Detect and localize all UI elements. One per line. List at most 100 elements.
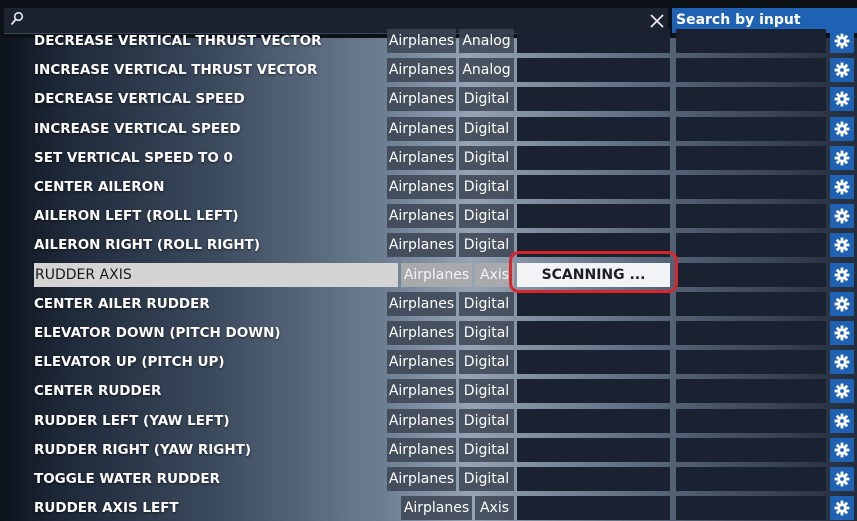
secondary-binding-slot[interactable] xyxy=(676,379,826,404)
secondary-binding-slot[interactable] xyxy=(676,291,826,316)
primary-binding-slot[interactable] xyxy=(517,496,670,521)
primary-binding-slot[interactable] xyxy=(517,321,670,345)
secondary-binding-slot[interactable] xyxy=(676,496,826,521)
input-type-label: Axis xyxy=(475,262,514,287)
secondary-binding-slot[interactable] xyxy=(676,262,826,287)
action-name: RUDDER LEFT (YAW LEFT) xyxy=(34,412,230,429)
settings-button[interactable] xyxy=(830,204,854,229)
gear-icon xyxy=(834,442,850,458)
binding-row[interactable]: DECREASE VERTICAL THRUST VECTOR Airplanes… xyxy=(0,28,857,54)
action-name: RUDDER AXIS xyxy=(35,266,132,283)
input-type-label: Digital xyxy=(459,291,514,316)
secondary-binding-slot[interactable] xyxy=(676,233,826,258)
secondary-binding-slot[interactable] xyxy=(676,116,826,141)
settings-button[interactable] xyxy=(830,58,854,83)
settings-button[interactable] xyxy=(830,379,854,404)
primary-binding-slot[interactable] xyxy=(517,116,670,141)
settings-button[interactable] xyxy=(830,496,854,521)
binding-row[interactable]: CENTER RUDDER Airplanes Digital xyxy=(0,378,857,404)
secondary-binding-slot[interactable] xyxy=(676,204,826,229)
secondary-binding-slot[interactable] xyxy=(676,467,826,491)
binding-row[interactable]: ELEVATOR DOWN (PITCH DOWN) Airplanes Digit… xyxy=(0,320,857,346)
action-name: INCREASE VERTICAL SPEED xyxy=(34,120,241,137)
settings-button[interactable] xyxy=(830,437,854,462)
action-name: ELEVATOR DOWN (PITCH DOWN) xyxy=(34,325,281,341)
settings-button[interactable] xyxy=(830,233,854,258)
binding-row[interactable]: RUDDER AXIS LEFT Airplanes Axis xyxy=(0,495,857,521)
input-type-label: Digital xyxy=(459,87,514,112)
close-icon[interactable] xyxy=(650,14,664,28)
primary-binding-slot[interactable] xyxy=(517,175,670,199)
primary-binding-slot[interactable] xyxy=(517,379,670,404)
primary-binding-slot[interactable] xyxy=(517,87,670,112)
settings-button[interactable] xyxy=(830,467,854,491)
settings-button[interactable] xyxy=(830,87,854,112)
gear-icon xyxy=(834,150,850,166)
secondary-binding-slot[interactable] xyxy=(676,145,826,170)
binding-row[interactable]: CENTER AILER RUDDER Airplanes Digital xyxy=(0,291,857,317)
gear-icon xyxy=(834,62,850,78)
input-type-label: Digital xyxy=(459,437,514,462)
action-name: RUDDER RIGHT (YAW RIGHT) xyxy=(34,441,252,458)
binding-row[interactable]: INCREASE VERTICAL THRUST VECTOR Airplanes… xyxy=(0,57,857,83)
input-type-label: Digital xyxy=(459,175,514,199)
input-type-label: Analog xyxy=(459,29,514,53)
settings-button[interactable] xyxy=(830,116,854,141)
secondary-binding-slot[interactable] xyxy=(676,175,826,199)
input-type-label: Digital xyxy=(459,204,514,229)
primary-binding-slot[interactable] xyxy=(517,233,670,258)
primary-binding-slot[interactable] xyxy=(517,467,670,491)
primary-binding-slot[interactable] xyxy=(517,437,670,462)
secondary-binding-slot[interactable] xyxy=(676,321,826,345)
action-name: CENTER RUDDER xyxy=(34,383,162,400)
secondary-binding-slot[interactable] xyxy=(676,408,826,433)
gear-icon xyxy=(834,267,850,282)
primary-binding-slot[interactable] xyxy=(517,204,670,229)
primary-binding-slot[interactable]: SCANNING ... xyxy=(517,262,670,287)
primary-binding-slot[interactable] xyxy=(517,58,670,83)
binding-row[interactable]: TOGGLE WATER RUDDER Airplanes Digital xyxy=(0,466,857,492)
settings-button[interactable] xyxy=(830,175,854,199)
binding-row[interactable]: RUDDER AXIS Airplanes Axis SCANNING ... xyxy=(0,262,857,288)
settings-button[interactable] xyxy=(830,145,854,170)
secondary-binding-slot[interactable] xyxy=(676,58,826,83)
binding-row[interactable]: CENTER AILERON Airplanes Digital xyxy=(0,174,857,200)
binding-row[interactable]: RUDDER RIGHT (YAW RIGHT) Airplanes Digital xyxy=(0,437,857,463)
settings-button[interactable] xyxy=(830,350,854,375)
gear-icon xyxy=(834,179,850,195)
settings-button[interactable] xyxy=(830,29,854,53)
primary-binding-slot[interactable] xyxy=(517,29,670,53)
action-name: AILERON RIGHT (ROLL RIGHT) xyxy=(34,237,260,254)
settings-button[interactable] xyxy=(830,408,854,433)
binding-row[interactable]: INCREASE VERTICAL SPEED Airplanes Digital xyxy=(0,116,857,142)
settings-button[interactable] xyxy=(830,262,854,287)
gear-icon xyxy=(834,383,850,399)
binding-row[interactable]: RUDDER LEFT (YAW LEFT) Airplanes Digital xyxy=(0,408,857,434)
settings-button[interactable] xyxy=(830,321,854,345)
binding-row[interactable]: ELEVATOR UP (PITCH UP) Airplanes Digital xyxy=(0,349,857,375)
binding-row[interactable]: DECREASE VERTICAL SPEED Airplanes Digital xyxy=(0,86,857,112)
gear-icon xyxy=(834,413,850,428)
search-icon xyxy=(10,11,24,26)
input-type-label: Digital xyxy=(459,467,514,491)
binding-row[interactable]: AILERON RIGHT (ROLL RIGHT) Airplanes Digit… xyxy=(0,232,857,258)
input-type-label: Digital xyxy=(459,379,514,404)
gear-icon xyxy=(834,208,850,224)
primary-binding-slot[interactable] xyxy=(517,145,670,170)
input-type-label: Digital xyxy=(459,145,514,170)
input-type-label: Digital xyxy=(459,350,514,375)
gear-icon xyxy=(834,91,850,107)
category-label: Airplanes xyxy=(387,408,456,433)
binding-row[interactable]: SET VERTICAL SPEED TO 0 Airplanes Digital xyxy=(0,145,857,171)
settings-button[interactable] xyxy=(830,291,854,316)
category-label: Airplanes xyxy=(387,29,456,53)
category-label: Airplanes xyxy=(387,233,456,258)
secondary-binding-slot[interactable] xyxy=(676,350,826,375)
primary-binding-slot[interactable] xyxy=(517,408,670,433)
secondary-binding-slot[interactable] xyxy=(676,437,826,462)
binding-row[interactable]: AILERON LEFT (ROLL LEFT) Airplanes Digital xyxy=(0,203,857,229)
secondary-binding-slot[interactable] xyxy=(676,29,826,53)
secondary-binding-slot[interactable] xyxy=(676,87,826,112)
primary-binding-slot[interactable] xyxy=(517,291,670,316)
primary-binding-slot[interactable] xyxy=(517,350,670,375)
